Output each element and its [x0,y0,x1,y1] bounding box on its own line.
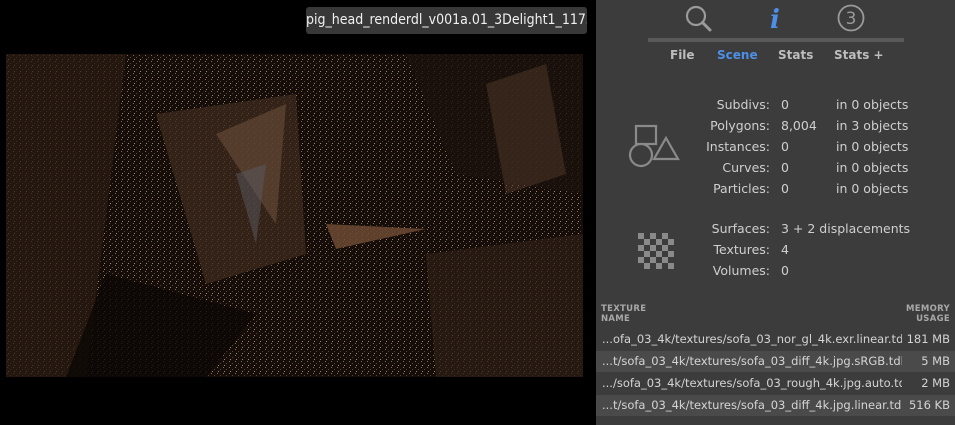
render-image[interactable] [6,54,583,377]
curves-value: 0 [781,160,789,175]
polygons-objects: in 3 objects [836,118,909,133]
texture-name: ...t/sofa_03_4k/textures/sofa_03_diff_4k… [602,354,902,368]
texture-name-header-line1: TEXTURE [601,304,647,314]
memory-usage-header-line2: USAGE [916,314,950,324]
info-icon[interactable]: i [760,3,790,33]
texture-name: .../sofa_03_4k/textures/sofa_03_rough_4k… [602,376,902,390]
texture-size: 516 KB [908,398,950,412]
memory-usage-header[interactable]: MEMORY USAGE [906,304,950,324]
table-row[interactable]: ...t/sofa_03_4k/textures/sofa_03_diff_4k… [596,351,955,372]
render-title: pig_head_renderdl_v001a.01_3Delight1_117… [306,7,587,34]
polygons-label: Polygons: [710,118,770,133]
svg-text:3: 3 [846,9,857,29]
render-viewer: pig_head_renderdl_v001a.01_3Delight1_117… [0,0,596,425]
surfaces-value: 3 + 2 displacements [781,221,911,236]
polygons-value: 8,004 [781,118,817,133]
surfaces-label: Surfaces: [711,221,770,236]
magnifier-icon[interactable] [683,3,713,33]
textures-label: Textures: [713,242,770,257]
tab-bar [648,38,904,42]
particles-value: 0 [781,181,789,196]
texture-name-header-line2: NAME [601,314,631,324]
curves-objects: in 0 objects [836,160,909,175]
tab-file[interactable]: File [670,48,695,62]
instances-value: 0 [781,139,789,154]
tab-stats[interactable]: Stats [778,48,813,62]
texture-size: 181 MB [906,332,950,346]
svg-text:i: i [770,5,780,33]
curves-label: Curves: [722,160,770,175]
volumes-value: 0 [781,263,789,278]
texture-size: 2 MB [921,376,950,390]
tab-stats-plus[interactable]: Stats + [834,48,884,62]
memory-usage-header-line1: MEMORY [906,304,950,314]
subdivs-label: Subdivs: [716,97,770,112]
particles-objects: in 0 objects [836,181,909,196]
texture-size: 5 MB [921,354,950,368]
subdivs-value: 0 [781,97,789,112]
texture-name: ...ofa_03_4k/textures/sofa_03_nor_gl_4k.… [602,332,902,346]
tab-scene[interactable]: Scene [717,48,758,62]
number-three-circle-icon[interactable]: 3 [836,3,866,33]
scene-info-panel: i 3 File Scene Stats Stats + Subdivs: 0 … [596,0,955,425]
table-row[interactable]: ...ofa_03_4k/textures/sofa_03_nor_gl_4k.… [596,329,955,350]
table-row[interactable]: .../sofa_03_4k/textures/sofa_03_rough_4k… [596,373,955,394]
particles-label: Particles: [713,181,770,196]
texture-name-header[interactable]: TEXTURE NAME [601,304,646,324]
table-row[interactable]: ...t/sofa_03_4k/textures/sofa_03_diff_4k… [596,395,955,416]
instances-label: Instances: [706,139,770,154]
subdivs-objects: in 0 objects [836,97,909,112]
texture-name: ...t/sofa_03_4k/textures/sofa_03_diff_4k… [602,398,902,412]
textures-value: 4 [781,242,789,257]
render-image-graphic [6,54,583,377]
volumes-label: Volumes: [712,263,770,278]
instances-objects: in 0 objects [836,139,909,154]
